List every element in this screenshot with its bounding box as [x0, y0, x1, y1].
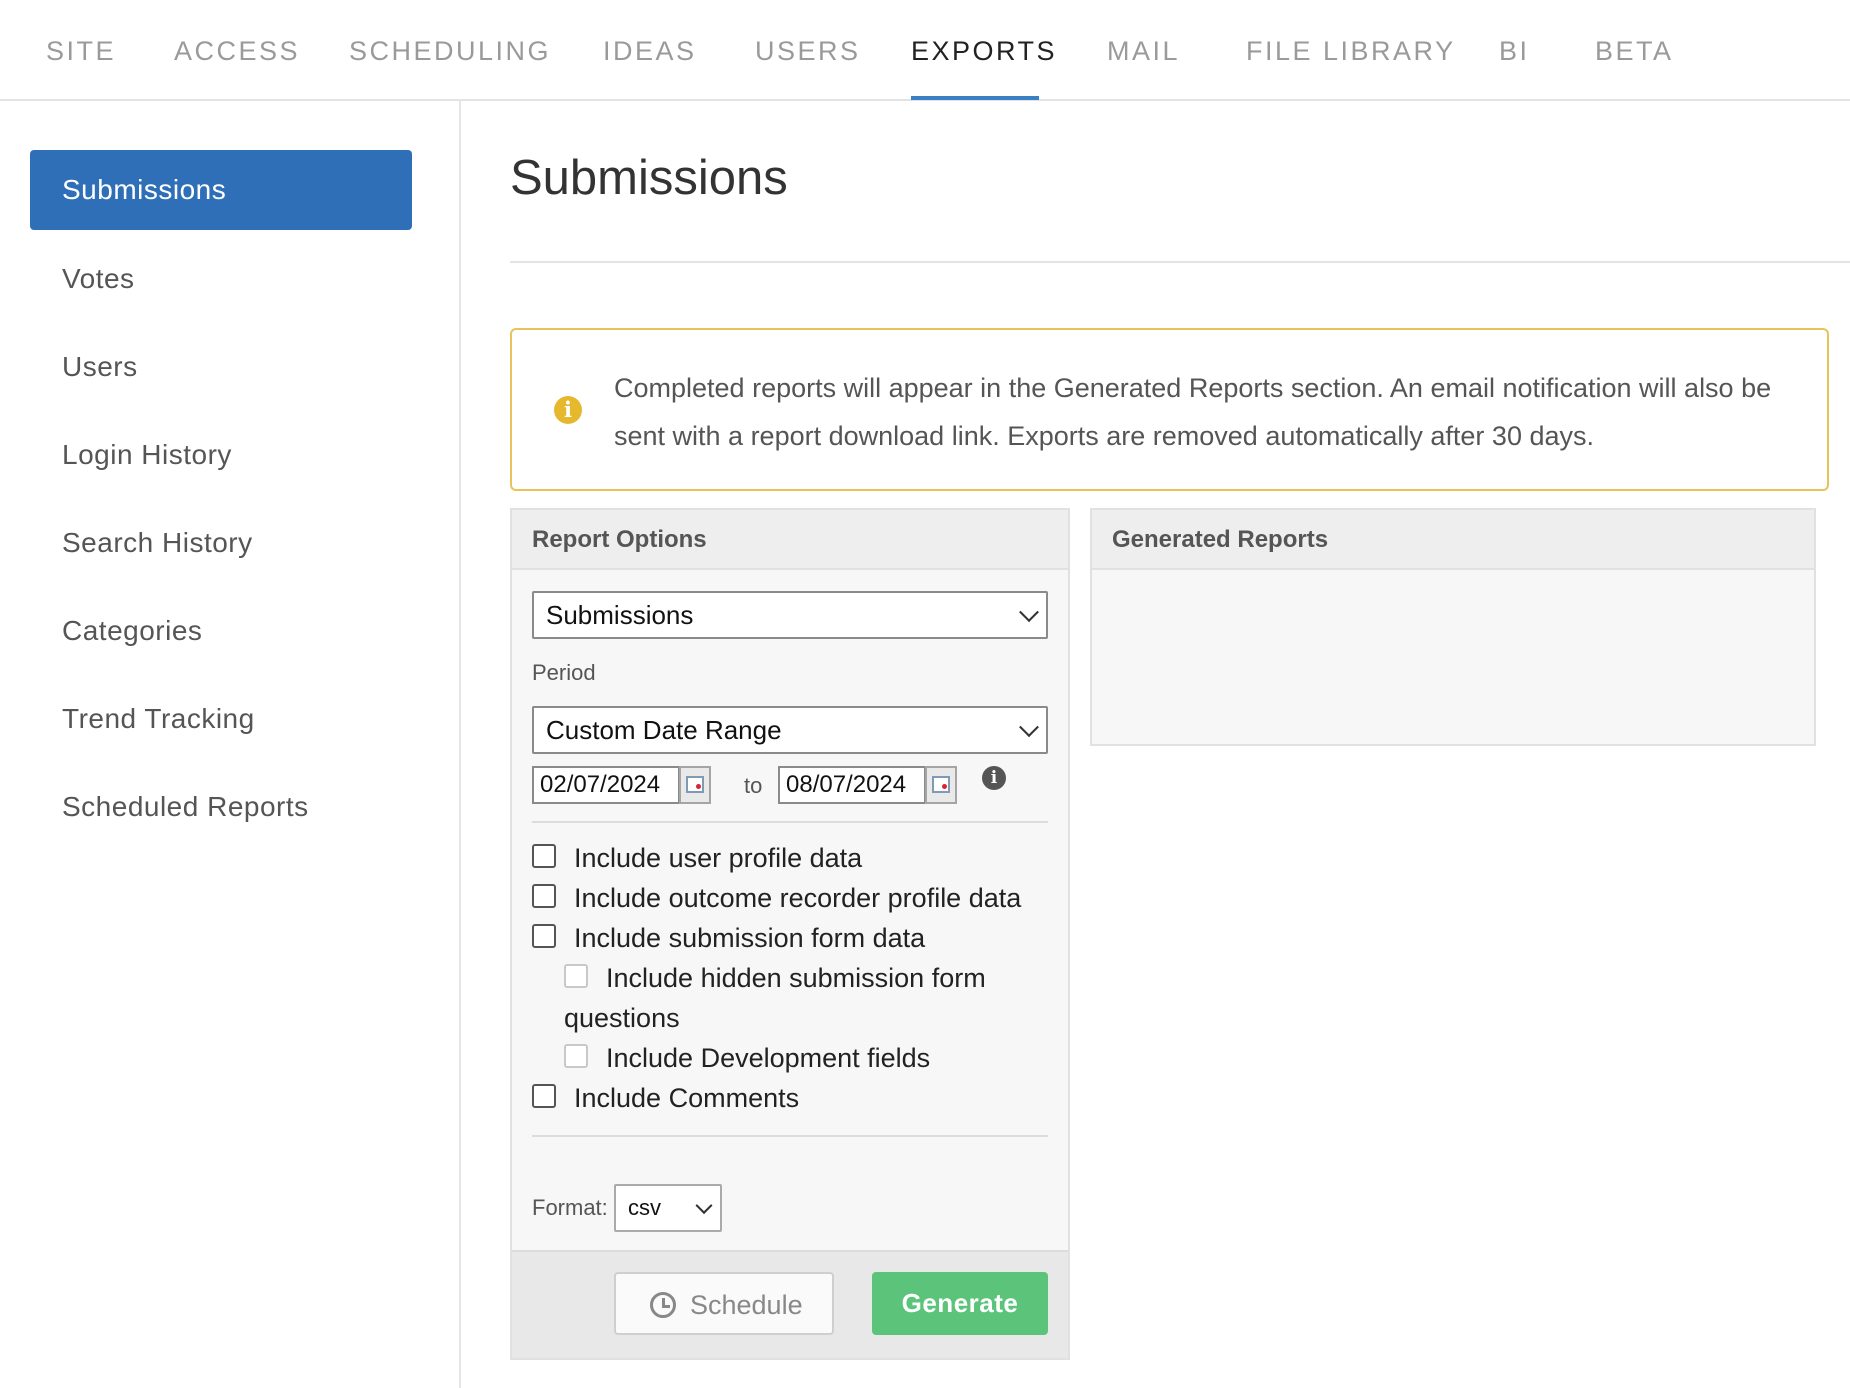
active-tab-indicator: [911, 96, 1039, 100]
tab-exports[interactable]: EXPORTS: [911, 36, 1057, 67]
include-user-profile-label: Include user profile data: [574, 843, 863, 873]
calendar-icon: [932, 776, 950, 793]
tab-beta[interactable]: BETA: [1595, 36, 1674, 67]
divider: [532, 1135, 1048, 1137]
schedule-button-label: Schedule: [690, 1290, 803, 1320]
include-hidden-questions-label: Include hidden submission form: [606, 963, 986, 993]
sidebar-item-votes[interactable]: Votes: [30, 239, 412, 319]
schedule-button[interactable]: Schedule: [614, 1272, 834, 1335]
generated-reports-panel: Generated Reports: [1090, 508, 1816, 746]
include-outcome-recorder-label: Include outcome recorder profile data: [574, 883, 1022, 913]
calendar-icon: [686, 776, 704, 793]
format-select[interactable]: csv: [614, 1184, 722, 1232]
divider: [532, 821, 1048, 823]
top-navigation: SITE ACCESS SCHEDULING IDEAS USERS EXPOR…: [0, 0, 1850, 101]
report-actions-bar: Schedule Generate: [512, 1250, 1068, 1358]
sidebar-item-users[interactable]: Users: [30, 327, 412, 407]
date-to-input[interactable]: 08/07/2024: [778, 766, 926, 804]
include-submission-form-label: Include submission form data: [574, 923, 926, 953]
generated-reports-heading: Generated Reports: [1092, 510, 1814, 570]
report-type-value: Submissions: [546, 600, 694, 630]
sidebar-item-scheduled-reports[interactable]: Scheduled Reports: [30, 767, 412, 847]
sidebar: Submissions Votes Users Login History Se…: [0, 101, 461, 1388]
include-hidden-questions-checkbox[interactable]: [564, 964, 588, 988]
sidebar-item-submissions[interactable]: Submissions: [30, 150, 412, 230]
generate-button[interactable]: Generate: [872, 1272, 1048, 1335]
tab-site[interactable]: SITE: [46, 36, 116, 67]
tab-ideas[interactable]: IDEAS: [603, 36, 697, 67]
chevron-down-icon: [1019, 602, 1039, 623]
include-development-fields-label: Include Development fields: [606, 1043, 931, 1073]
tab-access[interactable]: ACCESS: [174, 36, 300, 67]
info-notice: i Completed reports will appear in the G…: [510, 328, 1829, 491]
period-select[interactable]: Custom Date Range: [532, 706, 1048, 754]
format-value: csv: [628, 1195, 661, 1220]
chevron-down-icon: [1019, 717, 1039, 738]
tab-scheduling[interactable]: SCHEDULING: [349, 36, 551, 67]
date-to-calendar-button[interactable]: [925, 766, 957, 804]
period-label: Period: [532, 660, 596, 685]
include-comments-checkbox[interactable]: [532, 1084, 556, 1108]
page-title: Submissions: [510, 151, 788, 205]
report-type-select[interactable]: Submissions: [532, 591, 1048, 639]
sidebar-item-search-history[interactable]: Search History: [30, 503, 412, 583]
sidebar-item-trend-tracking[interactable]: Trend Tracking: [30, 679, 412, 759]
period-value: Custom Date Range: [546, 715, 782, 745]
date-to-label: to: [744, 773, 763, 798]
date-from-input[interactable]: 02/07/2024: [532, 766, 680, 804]
tab-users[interactable]: USERS: [755, 36, 861, 67]
include-outcome-recorder-checkbox[interactable]: [532, 884, 556, 908]
sidebar-item-login-history[interactable]: Login History: [30, 415, 412, 495]
tab-mail[interactable]: MAIL: [1107, 36, 1180, 67]
include-development-fields-checkbox[interactable]: [564, 1044, 588, 1068]
tab-file-library[interactable]: FILE LIBRARY: [1246, 36, 1456, 67]
title-divider: [510, 261, 1850, 263]
info-icon: i: [554, 396, 582, 424]
report-options-panel: Report Options Submissions Period Custom…: [510, 508, 1070, 1360]
notice-text: Completed reports will appear in the Gen…: [614, 373, 1772, 451]
format-label: Format:: [532, 1195, 608, 1220]
date-info-icon[interactable]: i: [982, 766, 1006, 790]
date-from-calendar-button[interactable]: [679, 766, 711, 804]
tab-bi[interactable]: BI: [1499, 36, 1530, 67]
sidebar-item-categories[interactable]: Categories: [30, 591, 412, 671]
chevron-down-icon: [695, 1197, 713, 1215]
clock-icon: [650, 1292, 676, 1318]
report-options-heading: Report Options: [512, 510, 1068, 570]
include-submission-form-checkbox[interactable]: [532, 924, 556, 948]
include-user-profile-checkbox[interactable]: [532, 844, 556, 868]
include-comments-label: Include Comments: [574, 1083, 800, 1113]
include-hidden-questions-label-continued: questions: [564, 1003, 680, 1033]
